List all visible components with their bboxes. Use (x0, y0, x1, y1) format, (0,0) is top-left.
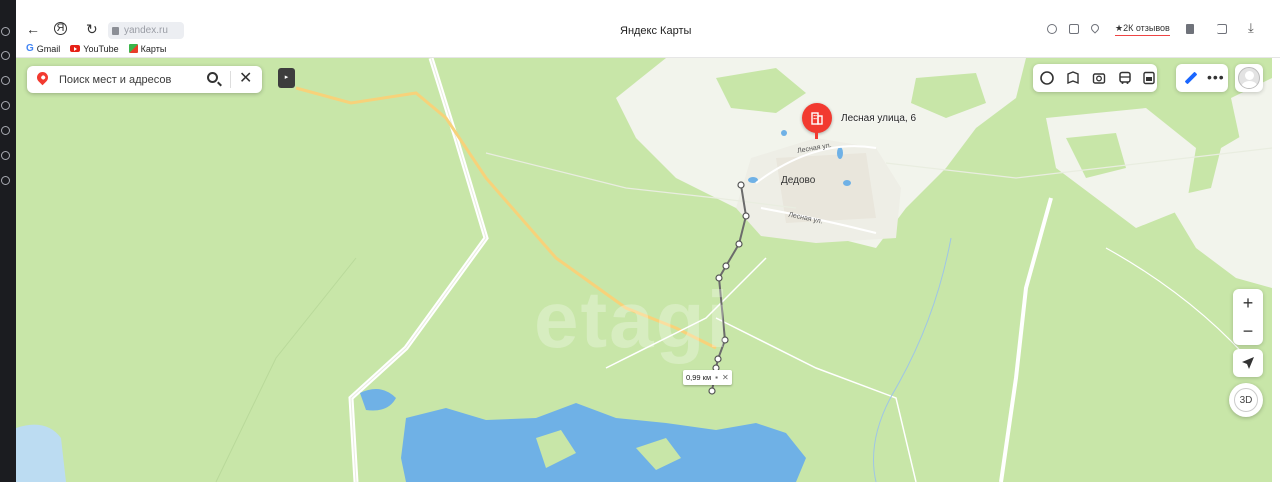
village-label: Дедово (781, 175, 816, 186)
bookmark-label: Карты (140, 43, 167, 54)
sidebar-lock-icon[interactable] (1, 176, 10, 185)
bookmark-youtube[interactable]: YouTube (70, 43, 119, 54)
ruler-icon[interactable] (1184, 71, 1198, 85)
more-icon[interactable]: ••• (1207, 69, 1225, 85)
browser-chrome: ← Я ↻ yandex.ru Яндекс Карты ★2К отзывов… (16, 0, 1280, 58)
url-text: yandex.ru (124, 25, 168, 36)
zoom-control: + − (1233, 289, 1263, 345)
zoom-in-button[interactable]: + (1233, 289, 1263, 317)
sidebar-bell-icon[interactable] (1, 27, 10, 36)
parking-icon[interactable] (1142, 71, 1156, 85)
distance-label: 0,99 км ▪ ✕ (683, 370, 732, 385)
collapse-panel-button[interactable]: ▸ (278, 68, 295, 88)
place-marker[interactable] (802, 103, 832, 139)
geolocation-button[interactable] (1233, 349, 1263, 377)
bookmark-label: Gmail (36, 43, 61, 54)
building-icon (811, 112, 823, 125)
divider (230, 71, 231, 88)
navigation-arrow-icon (1242, 357, 1254, 369)
google-icon: G (26, 43, 34, 54)
trash-icon[interactable]: ▪ (715, 373, 718, 382)
zoom-out-button[interactable]: − (1233, 317, 1263, 345)
bookmark-gmail[interactable]: G Gmail (26, 43, 60, 54)
bookmarks-bar: G Gmail YouTube Карты (26, 43, 166, 54)
share-icon[interactable] (1217, 24, 1227, 34)
download-icon[interactable]: ⤓ (1248, 21, 1254, 35)
layers-icon[interactable] (1040, 71, 1054, 85)
sidebar-star-icon[interactable] (1, 76, 10, 85)
search-icon[interactable] (207, 72, 218, 83)
lock-icon (112, 26, 119, 35)
youtube-icon (70, 45, 81, 52)
yandex-logo-icon[interactable]: Я (54, 22, 67, 35)
maps-icon (128, 44, 138, 53)
address-bar[interactable]: yandex.ru (108, 22, 184, 39)
map-base-layer (16, 58, 1272, 482)
extensions-icon[interactable] (1069, 24, 1079, 34)
bookmark-label: YouTube (83, 43, 119, 54)
search-box: ✕ (27, 66, 262, 93)
map-canvas[interactable]: etagi ✕ ▸ ••• + − 3D (16, 58, 1272, 482)
reviews-link[interactable]: ★2К отзывов (1115, 23, 1170, 36)
window-edge (1272, 58, 1280, 482)
sidebar-yandex-icon[interactable] (1, 151, 10, 160)
back-arrow-icon[interactable]: ← (26, 22, 40, 36)
close-icon[interactable]: ✕ (239, 69, 252, 89)
place-label: Лесная улица, 6 (841, 113, 917, 124)
camera-icon[interactable] (1092, 71, 1106, 85)
distance-value: 0,99 км (686, 373, 712, 382)
sidebar-clock-icon[interactable] (1, 51, 10, 60)
bookmark-maps[interactable]: Карты (128, 43, 167, 54)
panorama-icon[interactable] (1066, 71, 1080, 85)
close-icon[interactable]: ✕ (722, 373, 729, 382)
search-input[interactable] (59, 71, 199, 88)
watermark: etagi (534, 275, 731, 364)
sidebar-play-icon[interactable] (1, 126, 10, 135)
compass-3d-button[interactable]: 3D (1229, 383, 1263, 417)
sidebar-cube-icon[interactable] (1, 101, 10, 110)
layers-toolbar (1033, 64, 1157, 92)
avatar (1238, 67, 1260, 89)
profile-button[interactable] (1235, 64, 1263, 92)
translate-icon[interactable] (1047, 24, 1057, 34)
view-3d-label: 3D (1234, 388, 1258, 412)
transit-icon[interactable] (1118, 71, 1132, 85)
tools-toolbar: ••• (1176, 64, 1228, 92)
os-sidebar (0, 0, 16, 482)
location-icon[interactable] (1089, 22, 1101, 34)
page-title: Яндекс Карты (620, 25, 692, 37)
reload-icon[interactable]: ↻ (86, 22, 98, 36)
location-pin-icon (34, 69, 51, 86)
bookmark-icon[interactable] (1186, 24, 1194, 34)
